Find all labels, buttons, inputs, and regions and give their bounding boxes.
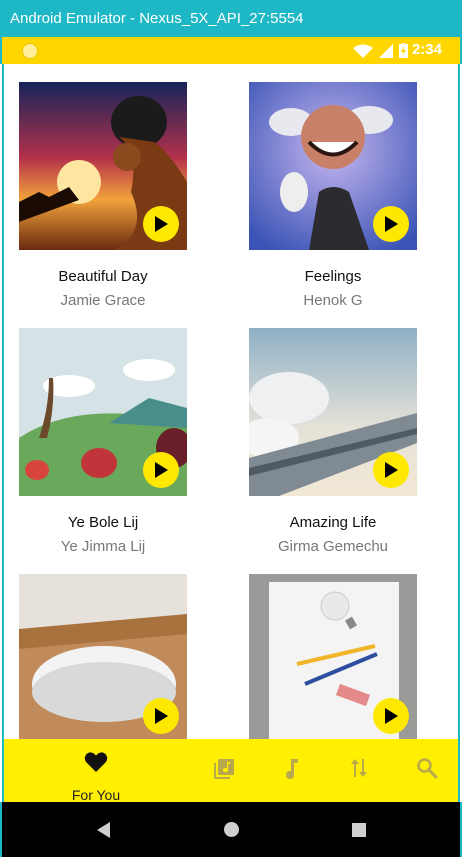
library-icon	[214, 759, 234, 779]
battery-charging-icon	[399, 43, 408, 58]
song-artist: Jamie Grace	[60, 292, 146, 309]
play-button[interactable]	[143, 206, 179, 242]
play-icon	[385, 708, 398, 724]
signal-icon	[379, 43, 393, 58]
nav-item-sort[interactable]	[350, 757, 370, 781]
play-button[interactable]	[373, 452, 409, 488]
music-note-icon	[286, 759, 298, 779]
song-title: Beautiful Day	[58, 268, 148, 285]
play-icon	[155, 216, 168, 232]
play-button[interactable]	[373, 206, 409, 242]
album-art[interactable]	[249, 82, 417, 250]
nav-item-search[interactable]	[416, 757, 440, 781]
wifi-icon	[353, 44, 373, 58]
nav-item-songs[interactable]	[284, 757, 304, 781]
album-art[interactable]	[249, 574, 417, 739]
nav-item-library[interactable]	[212, 757, 236, 781]
system-navigation-bar	[0, 802, 462, 857]
album-art[interactable]	[249, 328, 417, 496]
play-button[interactable]	[373, 698, 409, 734]
play-button[interactable]	[143, 698, 179, 734]
play-icon	[385, 462, 398, 478]
album-art[interactable]	[19, 328, 187, 496]
heart-icon	[84, 752, 108, 772]
album-art[interactable]	[19, 82, 187, 250]
song-title: Amazing Life	[289, 514, 377, 531]
bottom-navigation: For You	[2, 739, 460, 803]
window-title-bar: Android Emulator - Nexus_5X_API_27:5554	[0, 0, 462, 37]
song-artist: Henok G	[303, 292, 363, 309]
play-icon	[155, 462, 168, 478]
back-icon[interactable]	[97, 822, 111, 838]
song-artist: Ye Jimma Lij	[60, 538, 146, 555]
play-button[interactable]	[143, 452, 179, 488]
play-icon	[385, 216, 398, 232]
play-icon	[155, 708, 168, 724]
recents-icon[interactable]	[352, 823, 366, 837]
song-artist: Girma Gemechu	[277, 538, 389, 555]
status-clock: 2:34	[411, 41, 442, 58]
album-art[interactable]	[19, 574, 187, 739]
nav-item-for-you[interactable]: For You	[56, 749, 136, 803]
status-bar: 2:34	[0, 37, 462, 64]
song-title: Ye Bole Lij	[67, 514, 139, 531]
song-title: Feelings	[304, 268, 362, 285]
song-grid[interactable]: Beautiful Day Jamie Grace Feelings Henok…	[2, 64, 460, 739]
sort-icon	[351, 759, 367, 777]
notification-dot-icon	[22, 43, 38, 59]
window-title: Android Emulator - Nexus_5X_API_27:5554	[10, 10, 304, 27]
search-icon	[417, 758, 438, 779]
nav-label-for-you: For You	[71, 787, 121, 803]
home-icon[interactable]	[223, 821, 240, 838]
